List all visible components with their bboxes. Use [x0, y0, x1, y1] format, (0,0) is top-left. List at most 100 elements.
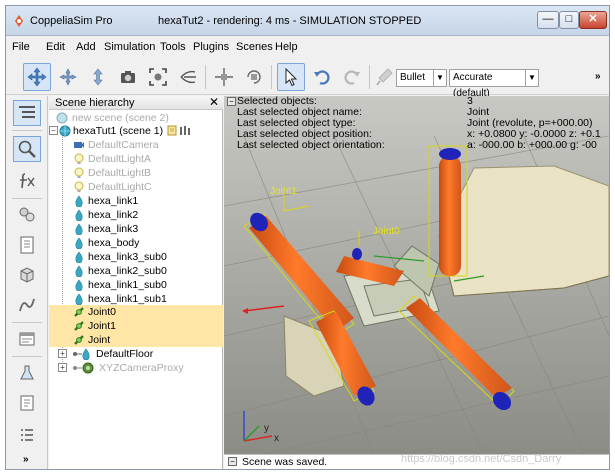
objects-button[interactable]: [13, 262, 41, 288]
hierarchy-close-button[interactable]: ✕: [209, 95, 219, 109]
camera-shift-button[interactable]: [84, 63, 112, 91]
camera-angle-button[interactable]: [114, 63, 142, 91]
tree-item-hexa-link1[interactable]: hexa_link1: [49, 194, 223, 208]
shapes-button[interactable]: [13, 326, 41, 352]
shape-drop-icon: [75, 237, 83, 249]
scene-objects-button[interactable]: [13, 100, 41, 126]
collections-icon: [19, 207, 35, 222]
expand-toggle[interactable]: +: [58, 363, 67, 372]
document-title: hexaTut2 - rendering: 4 ms - SIMULATION …: [158, 15, 422, 27]
script-doc-icon[interactable]: [167, 125, 177, 136]
tree-item-joint[interactable]: Joint: [49, 333, 223, 347]
shape-drop-icon: [75, 251, 83, 263]
precision-select[interactable]: Accurate (default): [449, 69, 527, 99]
redo-button[interactable]: [338, 63, 366, 91]
object-shift-icon: [215, 68, 233, 86]
tree-item-hexa-link3-sub0[interactable]: hexa_link3_sub0: [49, 250, 223, 264]
joint-icon: [74, 321, 84, 331]
tree-item-hexa-link2[interactable]: hexa_link2: [49, 208, 223, 222]
path-button[interactable]: [13, 292, 41, 318]
tree-item-label: hexa_link3_sub0: [88, 251, 167, 263]
undo-icon: [314, 70, 330, 85]
object-rotate-button[interactable]: [240, 63, 268, 91]
camera-rotate-icon: [59, 68, 77, 86]
tree-item-default-light-a[interactable]: DefaultLightA: [49, 152, 223, 166]
precision-dropdown-arrow[interactable]: ▼: [525, 69, 539, 87]
tree-item-label: hexa_link1: [88, 195, 139, 207]
tree-item-default-light-c[interactable]: DefaultLightC: [49, 180, 223, 194]
camera-pan-icon: [27, 67, 47, 87]
selection-button[interactable]: [13, 232, 41, 258]
tree-item-label: DefaultLightC: [88, 181, 152, 193]
tree-item-hexa-link2-sub0[interactable]: hexa_link2_sub0: [49, 264, 223, 278]
info-collapse-toggle[interactable]: −: [227, 97, 236, 106]
tree-item-label: hexa_body: [88, 237, 140, 249]
menu-help[interactable]: Help: [275, 41, 298, 53]
minimize-button[interactable]: —: [537, 11, 559, 29]
tree-item-hexatut1-scene[interactable]: − hexaTut1 (scene 1): [49, 124, 223, 138]
undo-button[interactable]: [308, 63, 336, 91]
tree-item-label: hexa_link3: [88, 223, 139, 235]
info-value: x: +0.0800 y: -0.0000 z: +0.1: [467, 128, 601, 140]
axis-x-label: x: [274, 433, 279, 444]
maximize-button[interactable]: □: [559, 11, 579, 29]
camera-pan-button[interactable]: [23, 63, 51, 91]
scene-objects-icon: [19, 106, 35, 118]
proxy-icon: [82, 362, 94, 374]
tree-item-label: DefaultCamera: [88, 139, 159, 151]
menu-plugins[interactable]: Plugins: [193, 41, 229, 53]
tree-item-joint1[interactable]: Joint1: [49, 319, 223, 333]
tree-item-default-camera[interactable]: DefaultCamera: [49, 138, 223, 152]
tree-item-hexa-link1-sub1[interactable]: hexa_link1_sub1: [49, 292, 223, 306]
fly-button[interactable]: [174, 63, 202, 91]
tree-item-hexa-link3[interactable]: hexa_link3: [49, 222, 223, 236]
left-toolbar: »: [6, 96, 48, 469]
collapse-toggle[interactable]: −: [49, 126, 58, 135]
camera-rotate-button[interactable]: [54, 63, 82, 91]
left-toolbar-overflow-button[interactable]: »: [23, 454, 29, 465]
shape-drop-icon: [75, 209, 83, 221]
info-key: Last selected object orientation:: [237, 139, 385, 151]
menu-scenes[interactable]: Scenes: [236, 41, 273, 53]
scripts-button[interactable]: [13, 168, 41, 194]
physics-engine-dropdown-arrow[interactable]: ▼: [433, 69, 447, 87]
tree-item-default-floor[interactable]: + DefaultFloor: [49, 347, 223, 361]
close-button[interactable]: ✕: [579, 11, 607, 29]
layers-button[interactable]: [13, 360, 41, 386]
tree-item-joint0[interactable]: Joint0: [49, 305, 223, 319]
physics-engine-select[interactable]: Bullet: [396, 69, 434, 87]
menu-simulation[interactable]: Simulation: [104, 41, 155, 53]
bar-chart-icon[interactable]: [179, 125, 191, 136]
tree-item-default-light-b[interactable]: DefaultLightB: [49, 166, 223, 180]
main-toolbar: Bullet ▼ Accurate (default) ▼ »: [6, 59, 609, 99]
light-bulb-icon: [74, 167, 84, 178]
list-icon: [21, 429, 33, 441]
expand-toggle[interactable]: +: [58, 349, 67, 358]
click-select-button[interactable]: [277, 63, 305, 91]
tree-item-xyz-camera-proxy[interactable]: + XYZCameraProxy: [49, 361, 223, 375]
redo-icon: [344, 70, 360, 85]
menu-file[interactable]: File: [12, 41, 30, 53]
tree-item-label: XYZCameraProxy: [99, 362, 184, 374]
scene-hierarchy-panel: Scene hierarchy ✕ new scene (scene 2) − …: [49, 95, 223, 469]
joint-button[interactable]: [13, 390, 41, 416]
menu-tools[interactable]: Tools: [160, 41, 186, 53]
app-title: CoppeliaSim Pro: [30, 15, 113, 27]
list-button[interactable]: [13, 422, 41, 448]
collections-button[interactable]: [13, 202, 41, 228]
joint0-label: Joint0: [373, 226, 400, 237]
menu-edit[interactable]: Edit: [46, 41, 65, 53]
tree-item-hexa-link1-sub0[interactable]: hexa_link1_sub0: [49, 278, 223, 292]
tree-item-hexa-body[interactable]: hexa_body: [49, 236, 223, 250]
dynamics-toggle-button[interactable]: [371, 63, 399, 91]
status-collapse-toggle[interactable]: −: [228, 457, 237, 466]
model-browser-button[interactable]: [13, 136, 41, 162]
tree-item-label: hexaTut1 (scene 1): [73, 125, 164, 137]
menu-add[interactable]: Add: [76, 41, 96, 53]
tree-item-new-scene[interactable]: new scene (scene 2): [49, 111, 223, 125]
object-shift-button[interactable]: [210, 63, 238, 91]
title-bar[interactable]: CoppeliaSim Pro hexaTut2 - rendering: 4 …: [6, 6, 609, 36]
toolbar-overflow-button[interactable]: »: [595, 71, 601, 82]
fit-to-view-button[interactable]: [144, 63, 172, 91]
scene-hierarchy-title: Scene hierarchy: [55, 97, 135, 109]
